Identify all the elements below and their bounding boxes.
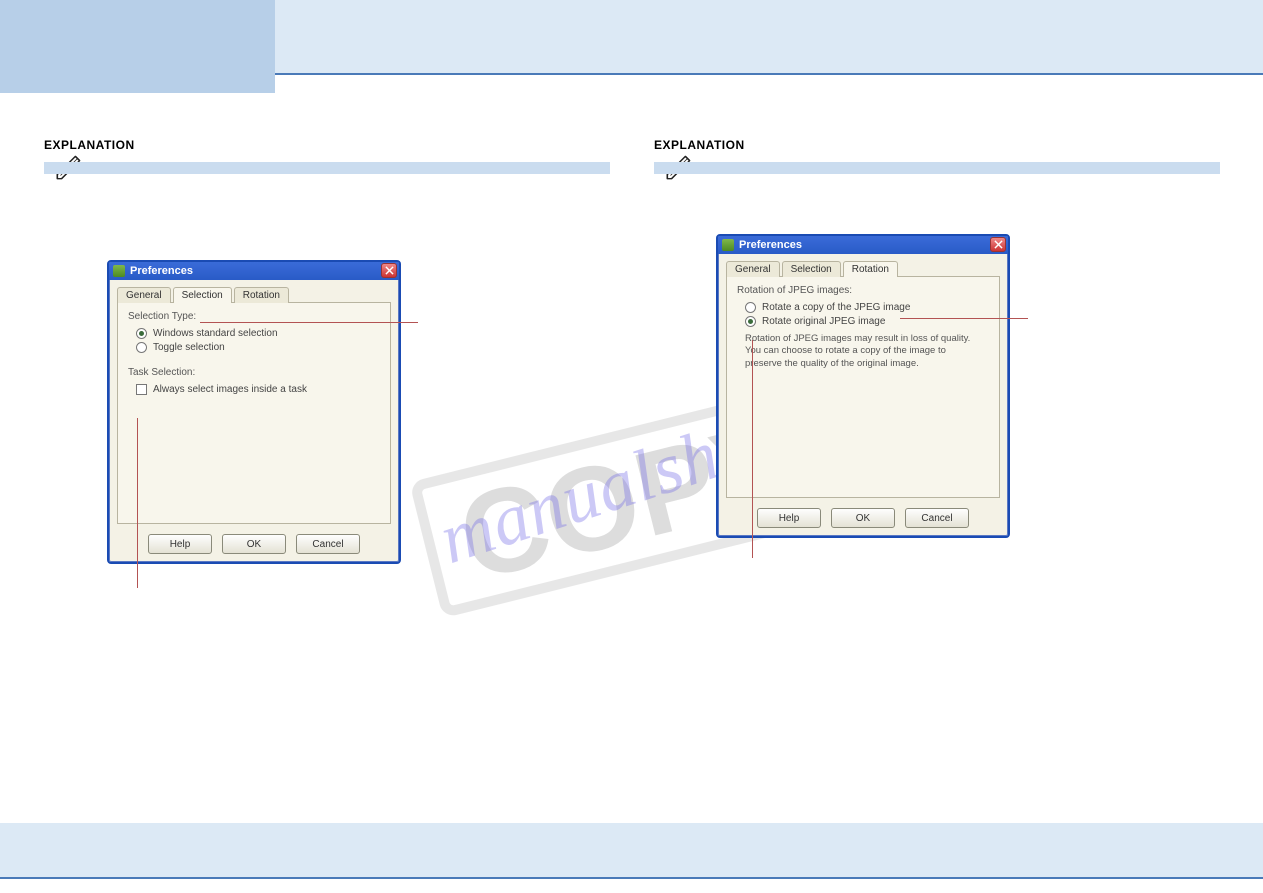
tab-selection[interactable]: Selection (782, 261, 841, 277)
footer-rule (0, 877, 1263, 879)
radio-windows-standard-label: Windows standard selection (153, 328, 278, 339)
annotation-line (137, 418, 138, 588)
annotation-line (752, 340, 753, 558)
selection-type-label: Selection Type: (128, 311, 380, 322)
header-accent (0, 0, 275, 93)
cancel-button[interactable]: Cancel (905, 508, 969, 528)
close-button[interactable] (381, 263, 397, 278)
explanation-bar-left (44, 162, 610, 174)
annotation-line (200, 322, 418, 323)
tab-rotation[interactable]: Rotation (843, 261, 898, 277)
rotation-note: Rotation of JPEG images may result in lo… (745, 333, 975, 370)
dialog-titlebar[interactable]: Preferences (109, 262, 399, 280)
rotation-group-label: Rotation of JPEG images: (737, 285, 989, 296)
radio-rotate-copy[interactable] (745, 302, 756, 313)
preferences-dialog-selection: Preferences General Selection Rotation S… (107, 260, 401, 564)
tab-rotation[interactable]: Rotation (234, 287, 289, 303)
dialog-title: Preferences (739, 239, 802, 251)
tab-general[interactable]: General (726, 261, 780, 277)
tab-panel: Selection Type: Windows standard selecti… (117, 302, 391, 524)
dialog-titlebar[interactable]: Preferences (718, 236, 1008, 254)
tab-selection[interactable]: Selection (173, 287, 232, 303)
footer-band (0, 823, 1263, 878)
radio-toggle-selection[interactable] (136, 342, 147, 353)
tab-panel: Rotation of JPEG images: Rotate a copy o… (726, 276, 1000, 498)
dialog-title: Preferences (130, 265, 193, 277)
app-icon (113, 265, 125, 277)
help-button[interactable]: Help (757, 508, 821, 528)
tab-strip: General Selection Rotation (726, 260, 1000, 276)
radio-windows-standard[interactable] (136, 328, 147, 339)
close-button[interactable] (990, 237, 1006, 252)
annotation-line (900, 318, 1028, 319)
help-button[interactable]: Help (148, 534, 212, 554)
radio-rotate-original-label: Rotate original JPEG image (762, 316, 885, 327)
ok-button[interactable]: OK (831, 508, 895, 528)
app-icon (722, 239, 734, 251)
ok-button[interactable]: OK (222, 534, 286, 554)
radio-rotate-copy-label: Rotate a copy of the JPEG image (762, 302, 910, 313)
task-selection-label: Task Selection: (128, 367, 380, 378)
radio-toggle-selection-label: Toggle selection (153, 342, 225, 353)
radio-rotate-original[interactable] (745, 316, 756, 327)
preferences-dialog-rotation: Preferences General Selection Rotation R… (716, 234, 1010, 538)
tab-general[interactable]: General (117, 287, 171, 303)
tab-strip: General Selection Rotation (117, 286, 391, 302)
checkbox-always-select[interactable] (136, 384, 147, 395)
checkbox-always-select-label: Always select images inside a task (153, 384, 307, 395)
explanation-bar-right (654, 162, 1220, 174)
cancel-button[interactable]: Cancel (296, 534, 360, 554)
